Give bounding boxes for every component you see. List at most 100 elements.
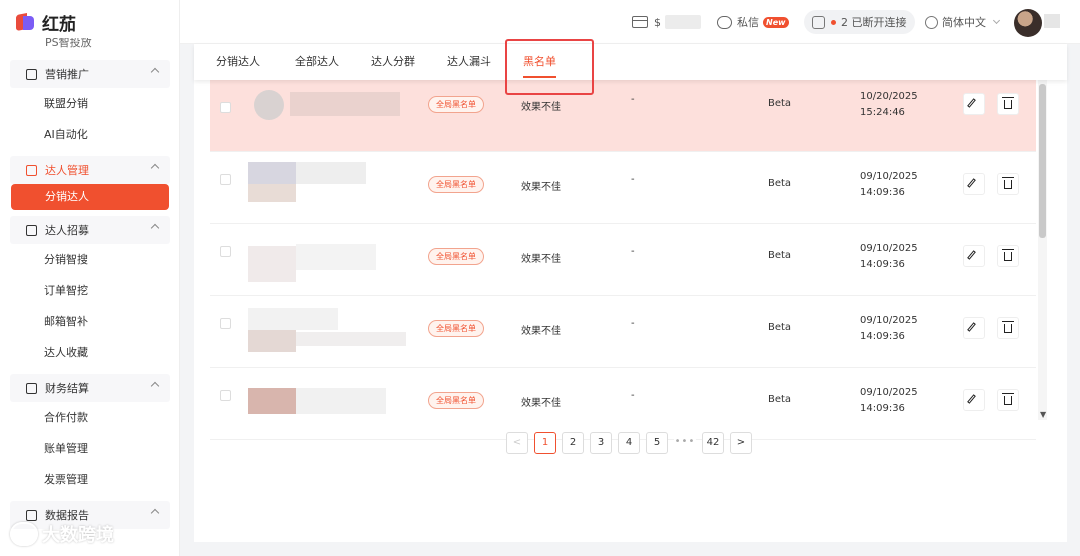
status-badge: 全局黑名单 bbox=[428, 248, 484, 265]
edit-button[interactable] bbox=[963, 317, 985, 339]
scrollbar-thumb[interactable] bbox=[1039, 84, 1046, 238]
delete-button[interactable] bbox=[997, 317, 1019, 339]
store-cell: Beta bbox=[768, 250, 792, 261]
tab-all-creators[interactable]: 全部达人 bbox=[295, 44, 339, 80]
time-cell: 09/10/2025 14:09:36 bbox=[860, 313, 918, 345]
balance-prefix: $ bbox=[654, 15, 661, 29]
tab-blacklist[interactable]: 黑名单 bbox=[523, 44, 556, 80]
page-button[interactable]: 5 bbox=[646, 432, 668, 454]
delete-button[interactable] bbox=[997, 93, 1019, 115]
page-button[interactable]: 4 bbox=[618, 432, 640, 454]
status-badge: 全局黑名单 bbox=[428, 392, 484, 409]
time-cell: 09/10/2025 14:09:36 bbox=[860, 241, 918, 273]
creator-detail-blurred bbox=[248, 184, 296, 202]
chevron-down-icon bbox=[992, 16, 1001, 25]
edit-button[interactable] bbox=[963, 93, 985, 115]
main-panel: 分销达人 全部达人 达人分群 达人漏斗 黑名单 全局黑名单 效果不佳 - Bet… bbox=[194, 39, 1067, 542]
sidebar-item-affiliate[interactable]: 联盟分销 bbox=[10, 88, 170, 119]
edit-button[interactable] bbox=[963, 173, 985, 195]
edit-button[interactable] bbox=[963, 245, 985, 267]
row-checkbox[interactable] bbox=[220, 102, 231, 113]
group-head-marketing[interactable]: 营销推广 bbox=[10, 60, 170, 88]
tab-creator-funnel[interactable]: 达人漏斗 bbox=[447, 44, 491, 80]
sidebar-item-favorites[interactable]: 达人收藏 bbox=[10, 337, 170, 368]
row-checkbox[interactable] bbox=[220, 390, 231, 401]
top-header: $ 私信 New 2 已断开连接 简体中文 bbox=[180, 0, 1080, 44]
page-button[interactable]: 3 bbox=[590, 432, 612, 454]
group-label: 达人管理 bbox=[45, 164, 89, 177]
watermark-text: 大数跨境 bbox=[42, 525, 114, 546]
language-select[interactable]: 简体中文 bbox=[925, 0, 1001, 44]
sidebar-item-ps[interactable]: PS智投放 bbox=[0, 38, 179, 54]
messages-button[interactable]: 私信 New bbox=[717, 0, 789, 44]
creator-avatar-blurred bbox=[248, 246, 296, 282]
page-button[interactable]: 2 bbox=[562, 432, 584, 454]
time-text: 14:09:36 bbox=[860, 187, 905, 198]
page-button[interactable]: 1 bbox=[534, 432, 556, 454]
time-text: 15:24:46 bbox=[860, 107, 905, 118]
delete-button[interactable] bbox=[997, 389, 1019, 411]
balance[interactable]: $ bbox=[632, 0, 701, 44]
pencil-icon bbox=[967, 98, 976, 108]
reason-cell: 效果不佳 bbox=[521, 102, 561, 113]
sidebar-item-order-mining[interactable]: 订单智挖 bbox=[10, 275, 170, 306]
connection-status[interactable]: 2 已断开连接 bbox=[804, 10, 915, 34]
row-checkbox[interactable] bbox=[220, 318, 231, 329]
sidebar-item-invoices[interactable]: 发票管理 bbox=[10, 464, 170, 495]
date-text: 09/10/2025 bbox=[860, 171, 918, 182]
row-checkbox[interactable] bbox=[220, 174, 231, 185]
language-label: 简体中文 bbox=[942, 16, 986, 29]
globe-icon bbox=[925, 15, 938, 29]
prev-page-button[interactable]: < bbox=[506, 432, 528, 454]
sidebar-item-bills[interactable]: 账单管理 bbox=[10, 433, 170, 464]
report-icon bbox=[26, 509, 37, 521]
chevron-up-icon bbox=[150, 223, 160, 233]
next-page-button[interactable]: > bbox=[730, 432, 752, 454]
sidebar-item-affiliate-creators[interactable]: 分销达人 bbox=[11, 184, 169, 210]
pagination-ellipsis[interactable]: ••• bbox=[674, 432, 696, 454]
creator-detail-blurred bbox=[296, 332, 406, 346]
avatar[interactable] bbox=[1014, 9, 1042, 37]
time-text: 14:09:36 bbox=[860, 331, 905, 342]
creator-avatar-blurred bbox=[248, 162, 296, 184]
row-checkbox[interactable] bbox=[220, 246, 231, 257]
connection-text: 已断开连接 bbox=[851, 16, 907, 29]
sidebar-item-smart-search[interactable]: 分销智搜 bbox=[10, 244, 170, 275]
wallet-icon bbox=[632, 16, 648, 28]
delete-button[interactable] bbox=[997, 173, 1019, 195]
date-text: 10/20/2025 bbox=[860, 91, 918, 102]
trash-icon bbox=[1002, 97, 1014, 109]
tab-creator-groups[interactable]: 达人分群 bbox=[371, 44, 415, 80]
scroll-down-arrow-icon[interactable]: ▼ bbox=[1040, 410, 1046, 419]
status-badge: 全局黑名单 bbox=[428, 176, 484, 193]
sidebar-item-payment[interactable]: 合作付款 bbox=[10, 402, 170, 433]
edit-button[interactable] bbox=[963, 389, 985, 411]
table-row: 全局黑名单 效果不佳 - Beta 09/10/2025 14:09:36 bbox=[210, 368, 1036, 440]
store-cell: Beta bbox=[768, 178, 792, 189]
group-head-finance[interactable]: 财务结算 bbox=[10, 374, 170, 402]
last-page-button[interactable]: 42 bbox=[702, 432, 724, 454]
store-cell: Beta bbox=[768, 394, 792, 405]
chevron-up-icon bbox=[150, 67, 160, 77]
sidebar-item-email-fill[interactable]: 邮箱智补 bbox=[10, 306, 170, 337]
sidebar: 红茄 PS智投放 营销推广 联盟分销 AI自动化 达人管理 分销达人 达人招募 bbox=[0, 0, 180, 556]
tab-affiliate-creators[interactable]: 分销达人 bbox=[216, 44, 260, 80]
group-head-recruit[interactable]: 达人招募 bbox=[10, 216, 170, 244]
group-head-creator-mgmt[interactable]: 达人管理 bbox=[10, 156, 170, 184]
new-badge: New bbox=[763, 16, 789, 28]
date-text: 09/10/2025 bbox=[860, 387, 918, 398]
cube-icon bbox=[26, 68, 37, 80]
status-badge: 全局黑名单 bbox=[428, 320, 484, 337]
creator-name-blurred bbox=[296, 388, 386, 414]
sidebar-item-ai-automation[interactable]: AI自动化 bbox=[10, 119, 170, 150]
creator-name-blurred bbox=[290, 92, 400, 116]
group-label: 财务结算 bbox=[45, 382, 89, 395]
group-label: 营销推广 bbox=[45, 68, 89, 81]
balance-value-blurred bbox=[665, 15, 701, 29]
vertical-scrollbar[interactable] bbox=[1038, 80, 1047, 420]
creator-name-blurred bbox=[248, 308, 338, 330]
messages-label: 私信 bbox=[737, 16, 759, 29]
delete-button[interactable] bbox=[997, 245, 1019, 267]
reason-cell: 效果不佳 bbox=[521, 254, 561, 265]
creator-name-blurred bbox=[296, 244, 376, 270]
